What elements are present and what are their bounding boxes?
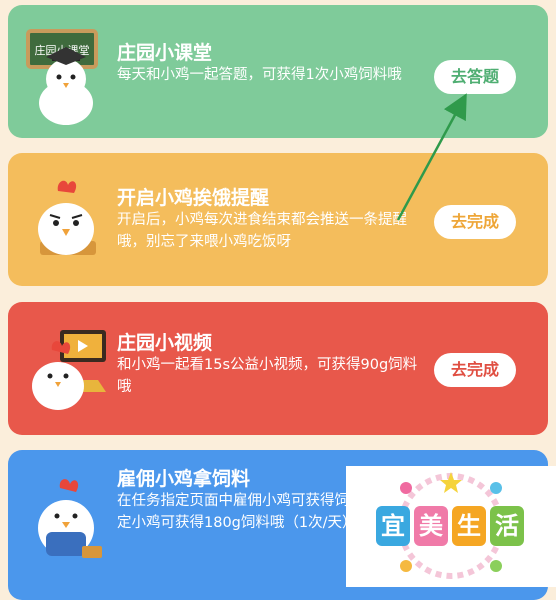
- watermark-char: 生: [452, 506, 486, 546]
- watermark-char: 宜: [376, 506, 410, 546]
- watermark-char: 美: [414, 506, 448, 546]
- watermark-logo: 宜 美 生 活: [346, 466, 556, 587]
- watermark-char: 活: [490, 506, 524, 546]
